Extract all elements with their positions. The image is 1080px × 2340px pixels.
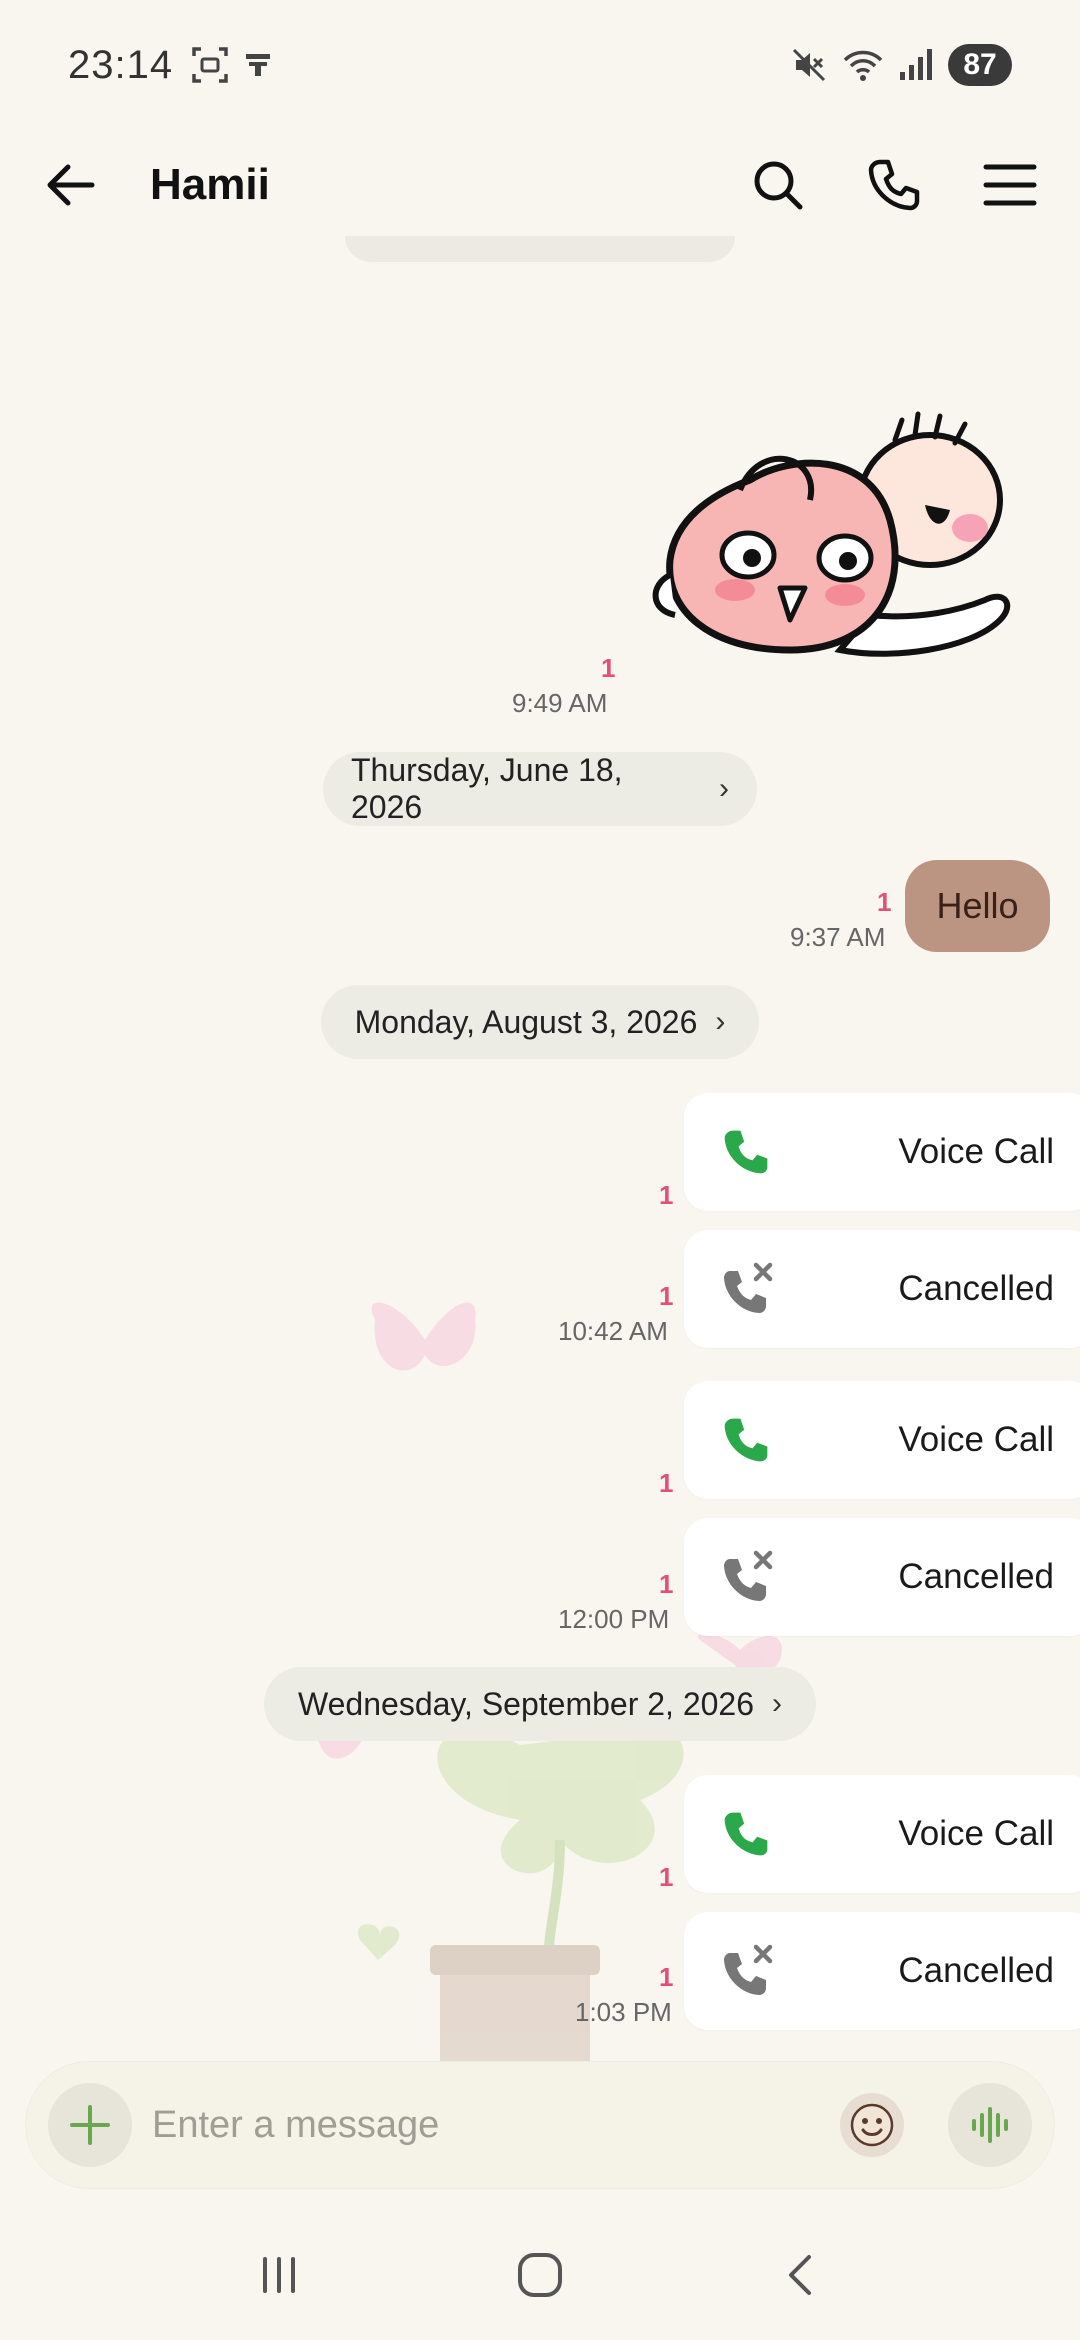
header-actions (748, 155, 1040, 215)
search-button[interactable] (748, 155, 808, 215)
call-label: Cancelled (898, 1951, 1054, 1990)
call-label: Voice Call (898, 1814, 1054, 1853)
home-icon[interactable] (514, 2249, 566, 2301)
chevron-right-icon: › (772, 1687, 782, 1720)
menu-button[interactable] (980, 155, 1040, 215)
wifi-icon (843, 50, 883, 81)
peach-sticker[interactable] (640, 410, 1030, 680)
message-bubble-sent[interactable]: Hello (905, 860, 1050, 952)
chat-header: Hamii (0, 130, 1080, 240)
phone-green-icon (724, 1812, 768, 1856)
message-text: Hello (936, 885, 1019, 926)
phone-icon (868, 159, 920, 211)
previous-message-edge (345, 236, 735, 262)
date-label: Monday, August 3, 2026 (354, 1003, 698, 1040)
message-input-bar (26, 2062, 1054, 2188)
attach-button[interactable] (48, 2083, 132, 2167)
hamburger-menu-icon (983, 164, 1037, 206)
voice-message-button[interactable] (948, 2083, 1032, 2167)
search-icon (754, 161, 803, 210)
phone-cancelled-icon (724, 1550, 773, 1601)
chevron-right-icon: › (715, 1005, 726, 1038)
status-time: 23:14 (68, 42, 174, 87)
cancelled-call-card[interactable]: Cancelled (684, 1518, 1080, 1636)
message-time: 9:37 AM (790, 922, 886, 952)
waveform-icon (972, 2107, 1008, 2143)
message-input[interactable] (152, 2103, 840, 2147)
call-label: Voice Call (898, 1132, 1054, 1171)
recent-apps-icon[interactable] (255, 2251, 303, 2299)
voice-call-card[interactable]: Voice Call (684, 1775, 1080, 1893)
cancelled-call-card[interactable]: Cancelled (684, 1230, 1080, 1348)
cancelled-call-card[interactable]: Cancelled (684, 1912, 1080, 2030)
system-navigation-bar (0, 2210, 1080, 2340)
phone-green-icon (724, 1130, 768, 1174)
unread-count: 1 (601, 653, 616, 683)
plus-icon (70, 2105, 110, 2145)
date-label: Wednesday, September 2, 2026 (298, 1685, 754, 1722)
screenshot-icon (192, 47, 228, 83)
date-separator[interactable]: Monday, August 3, 2026 › (321, 985, 759, 1059)
message-time: 9:49 AM (512, 688, 608, 718)
chevron-right-icon: › (719, 772, 729, 805)
smile-face-icon (850, 2103, 894, 2147)
phone-cancelled-icon (724, 1944, 773, 1995)
unread-count: 1 (659, 1569, 674, 1599)
phone-green-icon (724, 1418, 768, 1462)
unread-count: 1 (659, 1468, 674, 1498)
voice-call-card[interactable]: Voice Call (684, 1093, 1080, 1211)
unread-count: 1 (659, 1962, 674, 1992)
emoticon-button[interactable] (840, 2093, 904, 2157)
phone-cancelled-icon (724, 1262, 773, 1313)
unread-count: 1 (877, 887, 892, 917)
arrow-left-icon (47, 164, 95, 206)
date-label: Thursday, June 18, 2026 (351, 752, 623, 825)
call-button[interactable] (864, 155, 924, 215)
unread-count: 1 (659, 1281, 674, 1311)
signal-icon (900, 49, 932, 80)
mute-icon (792, 48, 826, 82)
notification-icon (246, 54, 271, 76)
status-bar: 23:14 87 (0, 0, 1080, 130)
message-time: 1:03 PM (575, 1997, 672, 2027)
message-time: 12:00 PM (558, 1604, 670, 1634)
battery-indicator: 87 (948, 44, 1012, 86)
call-label: Cancelled (898, 1269, 1054, 1308)
back-nav-icon[interactable] (777, 2251, 825, 2299)
date-separator[interactable]: Wednesday, September 2, 2026 › (264, 1667, 816, 1741)
chat-title: Hamii (150, 160, 270, 209)
voice-call-card[interactable]: Voice Call (684, 1381, 1080, 1499)
unread-count: 1 (659, 1180, 674, 1210)
unread-count: 1 (659, 1862, 674, 1892)
date-separator[interactable]: Thursday, June 18, 2026 › (323, 752, 757, 826)
back-button[interactable] (40, 155, 100, 215)
message-time: 10:42 AM (558, 1316, 668, 1346)
status-left-icons (191, 46, 273, 84)
call-label: Cancelled (898, 1557, 1054, 1596)
call-label: Voice Call (898, 1420, 1054, 1459)
status-right-icons: 87 (790, 44, 1012, 86)
